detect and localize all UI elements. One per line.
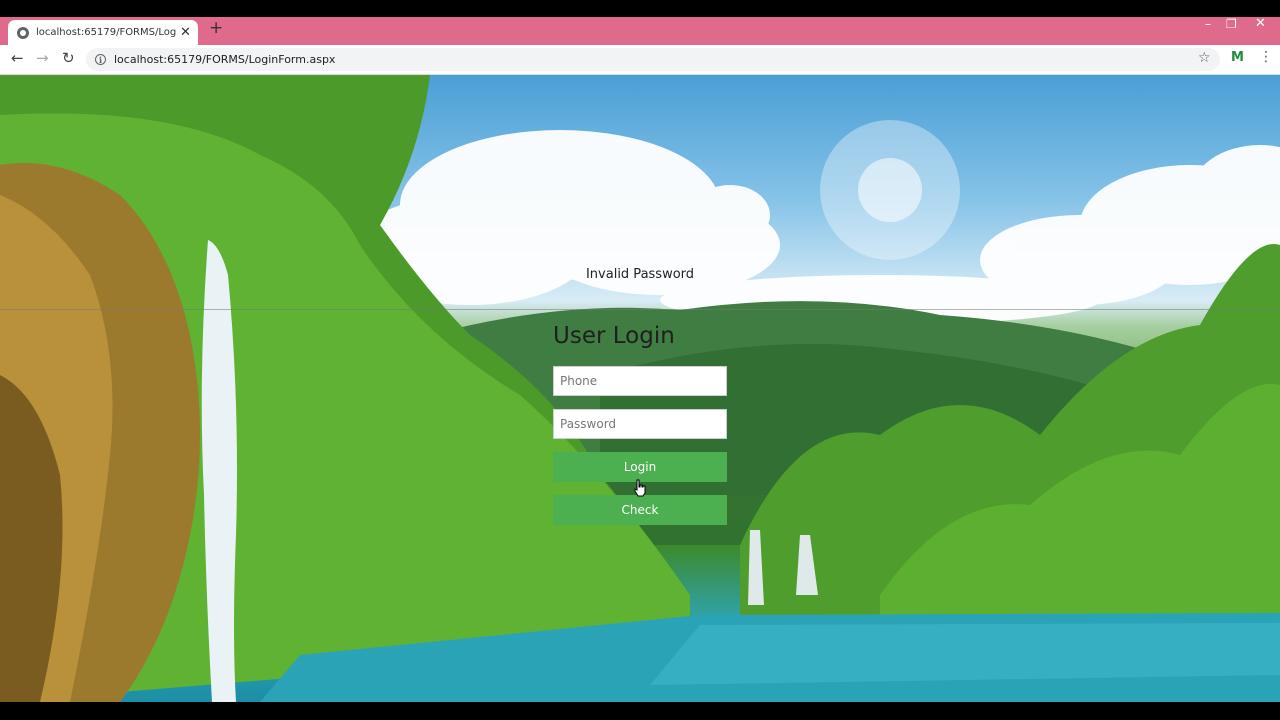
screen: localhost:65179/FORMS/LoginFo ✕ + – ❐ ✕ … bbox=[0, 0, 1280, 720]
browser-toolbar: ← → ↻ i localhost:65179/FORMS/LoginForm.… bbox=[0, 45, 1280, 75]
check-button[interactable]: Check bbox=[553, 495, 727, 525]
browser-tab[interactable]: localhost:65179/FORMS/LoginFo ✕ bbox=[8, 20, 198, 45]
divider bbox=[0, 309, 1280, 310]
page-title: User Login bbox=[553, 323, 675, 349]
close-icon[interactable]: ✕ bbox=[180, 26, 191, 39]
globe-icon bbox=[17, 26, 29, 39]
tab-title: localhost:65179/FORMS/LoginFo bbox=[36, 27, 176, 38]
kebab-menu-icon[interactable]: ⋮ bbox=[1259, 50, 1273, 64]
forward-icon[interactable]: → bbox=[36, 51, 49, 66]
browser-tab-strip: localhost:65179/FORMS/LoginFo ✕ bbox=[0, 17, 1280, 45]
info-icon[interactable]: i bbox=[95, 54, 106, 65]
url-text[interactable]: localhost:65179/FORMS/LoginForm.aspx bbox=[114, 53, 335, 66]
plus-icon[interactable]: + bbox=[209, 20, 223, 37]
error-message: Invalid Password bbox=[585, 267, 695, 282]
reload-icon[interactable]: ↻ bbox=[62, 51, 75, 66]
restore-icon[interactable]: ❐ bbox=[1226, 18, 1237, 30]
phone-input[interactable] bbox=[553, 366, 727, 396]
hand-cursor-icon bbox=[634, 479, 646, 497]
login-button[interactable]: Login bbox=[553, 452, 727, 482]
window-close-icon[interactable]: ✕ bbox=[1241, 17, 1280, 34]
back-icon[interactable]: ← bbox=[11, 51, 24, 66]
extension-icon[interactable]: M bbox=[1231, 51, 1244, 64]
star-icon[interactable]: ☆ bbox=[1198, 51, 1211, 65]
page-viewport: Invalid Password User Login Login Check bbox=[0, 75, 1280, 702]
address-bar[interactable]: i localhost:65179/FORMS/LoginForm.aspx bbox=[86, 48, 1220, 71]
password-input[interactable] bbox=[553, 409, 727, 439]
minimize-icon[interactable]: – bbox=[1205, 18, 1211, 30]
